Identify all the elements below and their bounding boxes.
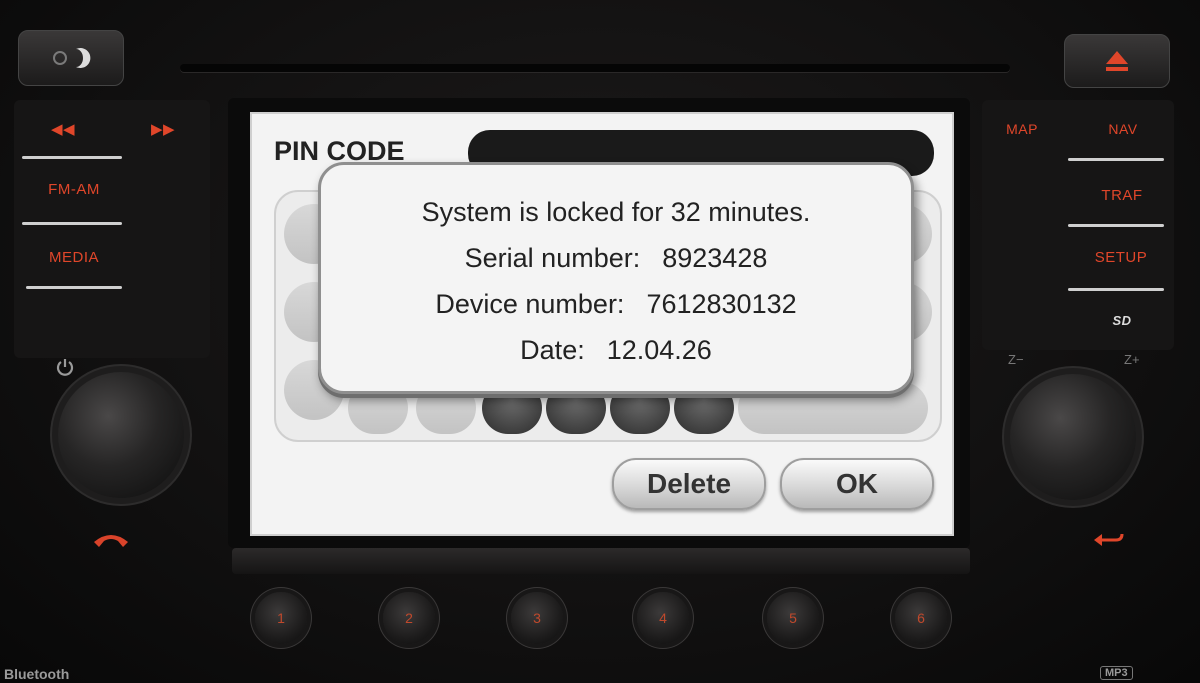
- divider: [22, 222, 122, 225]
- power-icon: [56, 359, 74, 376]
- delete-button[interactable]: Delete: [612, 458, 766, 510]
- pin-code-screen: PIN CODE Delete OK System is locked for …: [250, 112, 954, 536]
- zoom-in-label: Z+: [1124, 352, 1140, 367]
- serial-number-value: 8923428: [662, 243, 768, 273]
- device-number-label: Device number:: [435, 289, 625, 319]
- day-night-icon: [53, 48, 91, 68]
- back-icon[interactable]: [1090, 528, 1126, 552]
- eject-button[interactable]: [1064, 34, 1170, 88]
- phone-hangup-icon[interactable]: [90, 526, 132, 552]
- media-button[interactable]: MEDIA: [26, 240, 122, 274]
- date-row: Date: 12.04.26: [321, 335, 911, 366]
- divider: [1068, 288, 1164, 291]
- preset-button-1[interactable]: 1: [255, 592, 307, 644]
- divider: [22, 156, 122, 159]
- next-track-button[interactable]: ▶▶: [128, 112, 198, 146]
- fm-am-button[interactable]: FM-AM: [26, 172, 122, 206]
- serial-number-row: Serial number: 8923428: [321, 243, 911, 274]
- mp3-logo: MP3: [1100, 666, 1133, 680]
- prev-track-button[interactable]: ◀◀: [28, 112, 98, 146]
- day-night-button[interactable]: [18, 30, 124, 86]
- divider: [1068, 158, 1164, 161]
- divider: [26, 286, 122, 289]
- preset-button-4[interactable]: 4: [637, 592, 689, 644]
- map-button[interactable]: MAP: [990, 112, 1054, 146]
- preset-button-5[interactable]: 5: [767, 592, 819, 644]
- eject-icon: [1106, 51, 1128, 71]
- cd-slot: [180, 64, 1010, 72]
- device-number-value: 7612830132: [646, 289, 797, 319]
- bluetooth-logo: Bluetooth: [4, 666, 70, 682]
- preset-button-3[interactable]: 3: [511, 592, 563, 644]
- radio-unit: ◀◀ ▶▶ FM-AM MEDIA MAP NAV TRAF SETUP SD …: [0, 0, 1200, 683]
- lock-message: System is locked for 32 minutes.: [421, 197, 811, 227]
- date-value: 12.04.26: [606, 335, 712, 365]
- divider: [1068, 224, 1164, 227]
- traf-button[interactable]: TRAF: [1082, 178, 1162, 212]
- preset-button-2[interactable]: 2: [383, 592, 435, 644]
- serial-number-label: Serial number:: [464, 243, 641, 273]
- nav-button[interactable]: NAV: [1090, 112, 1156, 146]
- setup-button[interactable]: SETUP: [1078, 240, 1164, 274]
- date-label: Date:: [520, 335, 585, 365]
- sd-card-slot[interactable]: SD: [1100, 306, 1144, 334]
- device-number-row: Device number: 7612830132: [321, 289, 911, 320]
- screen-bottom-trim: [232, 548, 970, 574]
- zoom-knob[interactable]: [1010, 374, 1136, 500]
- preset-button-6[interactable]: 6: [895, 592, 947, 644]
- lock-dialog: System is locked for 32 minutes. Serial …: [318, 162, 914, 394]
- ok-button[interactable]: OK: [780, 458, 934, 510]
- volume-knob[interactable]: [58, 372, 184, 498]
- zoom-out-label: Z−: [1008, 352, 1024, 367]
